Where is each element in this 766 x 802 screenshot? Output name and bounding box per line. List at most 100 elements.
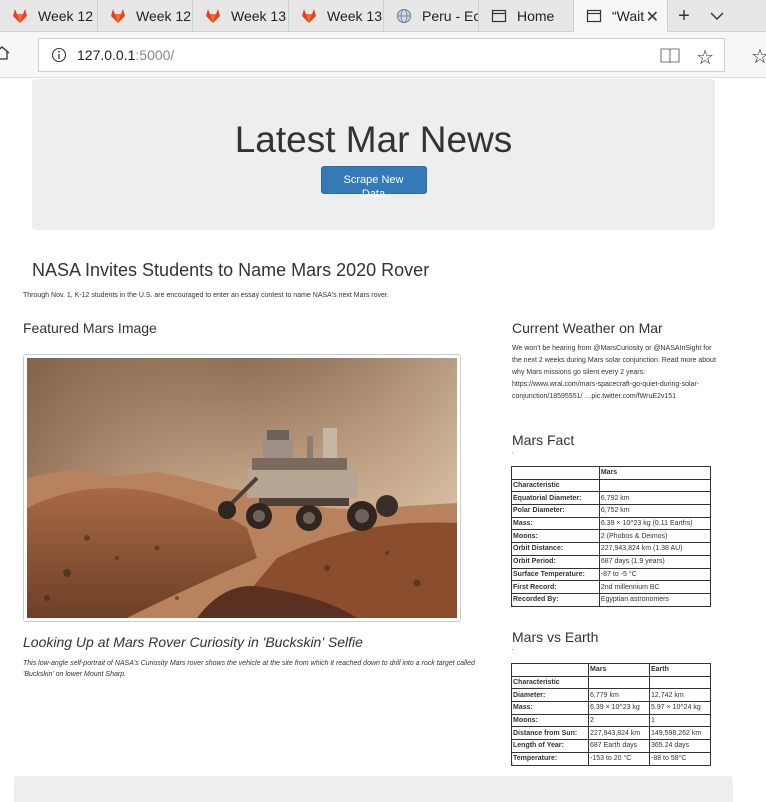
tab-label: Week 12 bbox=[136, 8, 191, 24]
row-label: Orbit Distance: bbox=[511, 542, 600, 556]
reading-view-icon[interactable] bbox=[660, 47, 680, 68]
row-value: 2nd millennium BC bbox=[598, 580, 712, 594]
featured-image bbox=[23, 354, 461, 622]
table-row: Diameter: 6,779 km 12,742 km bbox=[510, 688, 711, 703]
table-row: Distance from Sun: 227,943,824 km 149,598,… bbox=[510, 726, 711, 741]
compare-tick-end: ' bbox=[512, 763, 513, 769]
tab-label: Week 12 bbox=[38, 8, 93, 24]
row-label: Recorded By: bbox=[511, 592, 600, 607]
header-cell: Mars bbox=[588, 663, 650, 677]
row-label: Moons: bbox=[511, 529, 600, 544]
page-icon bbox=[586, 8, 602, 24]
earth-value: -88 to 58°C bbox=[649, 751, 711, 766]
address-bar: 127.0.0.1:5000/ ☆ ☆ bbox=[0, 32, 766, 78]
scrape-button[interactable]: Scrape New Data bbox=[320, 166, 427, 200]
row-label: Length of Year: bbox=[510, 739, 590, 753]
gitlab-icon bbox=[301, 8, 317, 24]
news-title: NASA Invites Students to Name Mars 2020 … bbox=[32, 260, 430, 280]
header-cell: Earth bbox=[649, 663, 711, 677]
row-value: 6,792 km bbox=[598, 491, 712, 506]
url-path: :5000/ bbox=[135, 47, 175, 63]
row-label: Polar Diameter: bbox=[511, 504, 600, 518]
row-label: Temperature: bbox=[510, 751, 590, 766]
row-label: Distance from Sun: bbox=[510, 726, 590, 741]
header-cell: Mars bbox=[598, 466, 712, 480]
table-row: Equatorial Diameter: 6,792 km bbox=[511, 491, 712, 506]
tab-bar: Week 12 Week 12 Week 13 Week 13 Peru - E… bbox=[0, 0, 766, 32]
jumbotron: Latest Mar News Scrape New Data bbox=[32, 79, 715, 230]
row-value: 687 days (1.9 years) bbox=[598, 554, 712, 569]
table-row: Orbit Period: 687 days (1.9 years) bbox=[511, 554, 712, 569]
tab-label: “Wait bbox=[612, 7, 645, 24]
table-row: Moons: 2 (Phobos & Deimos) bbox=[511, 529, 712, 544]
facts-tick-end: ' bbox=[512, 605, 513, 611]
weather-text: We won't be hearing from @MarsCuriosity … bbox=[512, 345, 716, 400]
new-tab-icon[interactable]: + bbox=[668, 0, 700, 32]
index-label: Characteristic bbox=[510, 675, 590, 690]
tab-week12-b[interactable]: Week 12 bbox=[98, 0, 193, 32]
row-value: 6,752 km bbox=[598, 504, 712, 518]
favorites-icon[interactable]: ☆ bbox=[751, 44, 766, 69]
table-row: Orbit Distance: 227,943,824 km (1.38 AU) bbox=[511, 542, 712, 556]
globe-icon bbox=[396, 8, 412, 24]
row-label: Diameter: bbox=[510, 688, 590, 703]
row-label: Mass: bbox=[511, 516, 600, 531]
tab-label: Home bbox=[517, 8, 555, 24]
gitlab-icon bbox=[12, 8, 28, 24]
mars-value: 687 Earth days bbox=[588, 739, 650, 753]
url-input[interactable]: 127.0.0.1:5000/ ☆ bbox=[38, 38, 725, 72]
tab-week13-a[interactable]: Week 13 bbox=[193, 0, 289, 32]
tab-week12-a[interactable]: Week 12 bbox=[0, 0, 98, 32]
info-icon[interactable] bbox=[51, 47, 67, 63]
table-index-row: Characteristic bbox=[511, 478, 712, 493]
compare-heading: Mars vs Earth bbox=[512, 629, 599, 645]
weather-heading: Current Weather on Mar bbox=[512, 320, 663, 336]
facts-heading: Mars Fact bbox=[512, 432, 575, 448]
tab-label: Peru - Ec bbox=[422, 8, 479, 24]
earth-value: 149,598,262 km bbox=[649, 726, 711, 741]
row-value: 2 (Phobos & Deimos) bbox=[598, 529, 712, 544]
facts-tick: ' bbox=[512, 452, 513, 458]
empty-cell bbox=[588, 675, 650, 690]
favorite-star-icon[interactable]: ☆ bbox=[696, 45, 714, 70]
header-cell bbox=[510, 663, 590, 677]
row-value: -87 to -5 °C bbox=[598, 567, 712, 582]
page-title: Latest Mar News bbox=[234, 119, 513, 160]
mars-value: 6.39 × 10^23 kg bbox=[588, 701, 650, 715]
tab-home[interactable]: Home bbox=[479, 0, 574, 32]
page-content: Latest Mar News Scrape New Data NASA Inv… bbox=[0, 79, 766, 802]
earth-value: 5.97 × 10^24 kg bbox=[649, 701, 711, 715]
featured-image-title: Looking Up at Mars Rover Curiosity in 'B… bbox=[23, 634, 363, 650]
earth-value: 1 bbox=[649, 713, 711, 728]
row-label: Mass: bbox=[510, 701, 590, 715]
table-row: Recorded By: Egyptian astronomers bbox=[511, 592, 712, 607]
header-cell bbox=[511, 466, 600, 480]
tab-label: Week 13 bbox=[231, 8, 286, 24]
footer-bar bbox=[14, 776, 733, 802]
row-value: Egyptian astronomers bbox=[598, 592, 712, 607]
home-icon[interactable] bbox=[0, 45, 10, 61]
table-row: Temperature: -153 to 20 °C -88 to 58°C bbox=[510, 751, 711, 766]
row-label: Moons: bbox=[510, 713, 590, 728]
mars-value: 2 bbox=[588, 713, 650, 728]
page-icon bbox=[491, 8, 507, 24]
table-row: Length of Year: 687 Earth days 365.24 days bbox=[510, 739, 711, 753]
gitlab-icon bbox=[110, 8, 126, 24]
table-row: First Record: 2nd millennium BC bbox=[511, 580, 712, 594]
news-paragraph: Through Nov. 1, K-12 students in the U.S… bbox=[23, 292, 389, 299]
table-row: Mass: 6.39 × 10^23 kg (0.11 Earths) bbox=[511, 516, 712, 531]
row-value: 227,943,824 km (1.38 AU) bbox=[598, 542, 712, 556]
table-index-row: Characteristic bbox=[510, 675, 711, 690]
tab-peru[interactable]: Peru - Ec bbox=[384, 0, 479, 32]
row-value: 6.39 × 10^23 kg (0.11 Earths) bbox=[598, 516, 712, 531]
tab-week13-b[interactable]: Week 13 bbox=[289, 0, 384, 32]
mars-rover-photo bbox=[27, 358, 457, 618]
tab-active[interactable]: “Wait ✕ bbox=[574, 0, 668, 32]
chevron-down-icon[interactable] bbox=[700, 0, 734, 32]
tab-label: Week 13 bbox=[327, 8, 382, 24]
close-tab-icon[interactable]: ✕ bbox=[646, 7, 659, 27]
empty-cell bbox=[649, 675, 711, 690]
row-label: Surface Temperature: bbox=[511, 567, 600, 582]
mars-facts-table: Mars Characteristic Equatorial Diameter:… bbox=[511, 466, 712, 607]
index-label: Characteristic bbox=[511, 478, 600, 493]
